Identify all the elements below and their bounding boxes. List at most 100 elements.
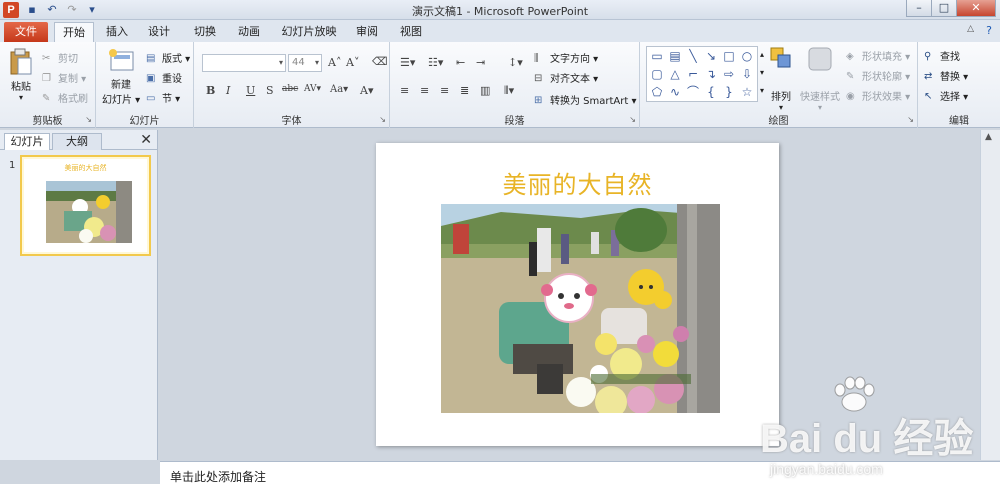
arrow-shape-icon[interactable]: ↘ xyxy=(703,48,719,64)
clear-formatting-icon[interactable]: ⌫ xyxy=(372,55,388,68)
slide-thumbnail[interactable]: 美丽的大自然 xyxy=(20,155,151,256)
strikethrough-icon[interactable]: abc xyxy=(282,84,298,94)
rectangle-shape-icon[interactable]: □ xyxy=(721,48,737,64)
cut-button[interactable]: ✂ 剪切 xyxy=(42,50,78,65)
reset-button[interactable]: ▣ 重设 xyxy=(146,70,182,85)
character-spacing-icon[interactable]: AV▾ xyxy=(304,84,321,94)
tab-animations[interactable]: 动画 xyxy=(232,22,266,42)
help-icon[interactable]: ? xyxy=(986,24,992,37)
right-arrow-shape-icon[interactable]: ⇨ xyxy=(721,66,737,82)
tab-home[interactable]: 开始 xyxy=(54,22,94,42)
arrange-button[interactable]: 排列 ▾ xyxy=(768,47,794,112)
vertical-textbox-shape-icon[interactable]: ▤ xyxy=(667,48,683,64)
dialog-launcher-icon[interactable]: ↘ xyxy=(379,115,386,124)
shape-fill-button[interactable]: ◈ 形状填充 ▾ xyxy=(846,48,910,63)
tab-transitions[interactable]: 切换 xyxy=(188,22,222,42)
line-shape-icon[interactable]: ╲ xyxy=(685,48,701,64)
minimize-ribbon-icon[interactable]: △ xyxy=(967,24,974,34)
slides-pane: 幻灯片 大纲 ✕ 1 美丽的大自然 xyxy=(0,130,158,460)
line-spacing-icon[interactable]: ↕▾ xyxy=(508,56,523,69)
star-shape-icon[interactable]: ☆ xyxy=(739,84,755,100)
decrease-indent-icon[interactable]: ⇤ xyxy=(456,56,465,69)
brace-left-icon[interactable]: { xyxy=(703,84,719,100)
tab-insert[interactable]: 插入 xyxy=(100,22,134,42)
numbering-icon[interactable]: ☷▾ xyxy=(428,56,443,69)
align-center-icon[interactable]: ≡ xyxy=(420,84,429,97)
align-text-button[interactable]: ⊟ 对齐文本 ▾ xyxy=(534,70,598,85)
oval-shape-icon[interactable]: ○ xyxy=(739,48,755,64)
find-button[interactable]: ⚲ 查找 xyxy=(924,48,960,63)
arc-shape-icon[interactable]: ⌒ xyxy=(685,84,701,100)
down-arrow-shape-icon[interactable]: ⇩ xyxy=(739,66,755,82)
dialog-launcher-icon[interactable]: ↘ xyxy=(85,115,92,124)
close-icon[interactable]: ✕ xyxy=(956,0,996,17)
justify-icon[interactable]: ≣ xyxy=(460,84,469,97)
distributed-icon[interactable]: ▥ xyxy=(480,84,490,97)
curve-shape-icon[interactable]: ∿ xyxy=(667,84,683,100)
change-case-icon[interactable]: Aa▾ xyxy=(330,84,348,95)
shapes-gallery[interactable]: ▭ ▤ ╲ ↘ □ ○ ▢ △ ⌐ ↴ ⇨ ⇩ ⬠ ∿ ⌒ { } ☆ xyxy=(646,46,758,102)
grow-font-icon[interactable]: A˄ xyxy=(328,56,341,69)
tab-slideshow[interactable]: 幻灯片放映 xyxy=(278,22,340,42)
tab-design[interactable]: 设计 xyxy=(142,22,176,42)
rounded-rect-shape-icon[interactable]: ▢ xyxy=(649,66,665,82)
elbow-connector-icon[interactable]: ⌐ xyxy=(685,66,701,82)
effects-icon: ◉ xyxy=(846,91,855,102)
shrink-font-icon[interactable]: A˅ xyxy=(346,56,359,69)
close-pane-icon[interactable]: ✕ xyxy=(140,132,152,148)
tab-file[interactable]: 文件 xyxy=(4,22,48,42)
pentagon-shape-icon[interactable]: ⬠ xyxy=(649,84,665,100)
quick-styles-button[interactable]: 快速样式 ▾ xyxy=(798,47,842,112)
columns-icon[interactable]: ⫴▾ xyxy=(504,84,514,98)
align-text-label: 对齐文本 xyxy=(550,74,590,85)
gallery-scroll-icon[interactable]: ▴ ▾ ▾ xyxy=(760,46,764,100)
replace-icon: ⇄ xyxy=(924,71,933,82)
tab-outline-pane[interactable]: 大纲 xyxy=(52,133,102,150)
format-painter-button[interactable]: ✎ 格式刷 xyxy=(42,90,88,105)
minimize-icon[interactable]: – xyxy=(906,0,932,17)
select-button[interactable]: ↖ 选择 ▾ xyxy=(924,88,968,103)
tab-review[interactable]: 审阅 xyxy=(350,22,384,42)
italic-icon[interactable]: I xyxy=(226,84,230,97)
thumbnail-canvas: 美丽的大自然 xyxy=(24,159,147,252)
scroll-up-icon[interactable]: ▲ xyxy=(985,132,992,142)
font-color-icon[interactable]: A▾ xyxy=(360,84,373,97)
shadow-icon[interactable]: S xyxy=(266,84,274,97)
shape-outline-button[interactable]: ✎ 形状轮廓 ▾ xyxy=(846,68,910,83)
copy-label: 复制 xyxy=(58,74,78,85)
font-size-combo[interactable]: 44 ▾ xyxy=(288,54,322,72)
elbow-arrow-icon[interactable]: ↴ xyxy=(703,66,719,82)
bullets-icon[interactable]: ☰▾ xyxy=(400,56,415,69)
font-name-combo[interactable]: ▾ xyxy=(202,54,286,72)
replace-label: 替换 xyxy=(940,72,960,83)
copy-button[interactable]: ❐ 复制 ▾ xyxy=(42,70,86,85)
paste-button[interactable]: 粘贴 ▾ xyxy=(6,48,36,102)
increase-indent-icon[interactable]: ⇥ xyxy=(476,56,485,69)
dialog-launcher-icon[interactable]: ↘ xyxy=(629,115,636,124)
textbox-shape-icon[interactable]: ▭ xyxy=(649,48,665,64)
slide-title[interactable]: 美丽的大自然 xyxy=(376,165,779,200)
triangle-shape-icon[interactable]: △ xyxy=(667,66,683,82)
shape-fill-label: 形状填充 xyxy=(862,52,902,63)
align-left-icon[interactable]: ≡ xyxy=(400,84,409,97)
text-direction-button[interactable]: ⫼ 文字方向 ▾ xyxy=(534,50,598,65)
brace-right-icon[interactable]: } xyxy=(721,84,737,100)
shape-effects-button[interactable]: ◉ 形状效果 ▾ xyxy=(846,88,910,103)
new-slide-button[interactable]: 新建 幻灯片 ▾ xyxy=(102,48,140,106)
underline-icon[interactable]: U xyxy=(246,84,255,97)
tab-view[interactable]: 视图 xyxy=(394,22,428,42)
slide-photo[interactable] xyxy=(441,204,720,413)
convert-smartart-button[interactable]: ⊞ 转换为 SmartArt ▾ xyxy=(534,92,637,107)
bold-icon[interactable]: B xyxy=(206,84,215,97)
tab-slides-pane[interactable]: 幻灯片 xyxy=(4,133,50,150)
align-right-icon[interactable]: ≡ xyxy=(440,84,449,97)
find-label: 查找 xyxy=(940,52,960,63)
maximize-icon[interactable]: □ xyxy=(931,0,957,17)
dialog-launcher-icon[interactable]: ↘ xyxy=(907,115,914,124)
quick-styles-label: 快速样式 xyxy=(800,92,840,103)
paste-icon xyxy=(10,48,32,75)
section-button[interactable]: ▭ 节 ▾ xyxy=(146,90,180,105)
layout-button[interactable]: ▤ 版式 ▾ xyxy=(146,50,190,65)
slide-canvas[interactable]: 美丽的大自然 xyxy=(376,143,779,446)
replace-button[interactable]: ⇄ 替换 ▾ xyxy=(924,68,968,83)
